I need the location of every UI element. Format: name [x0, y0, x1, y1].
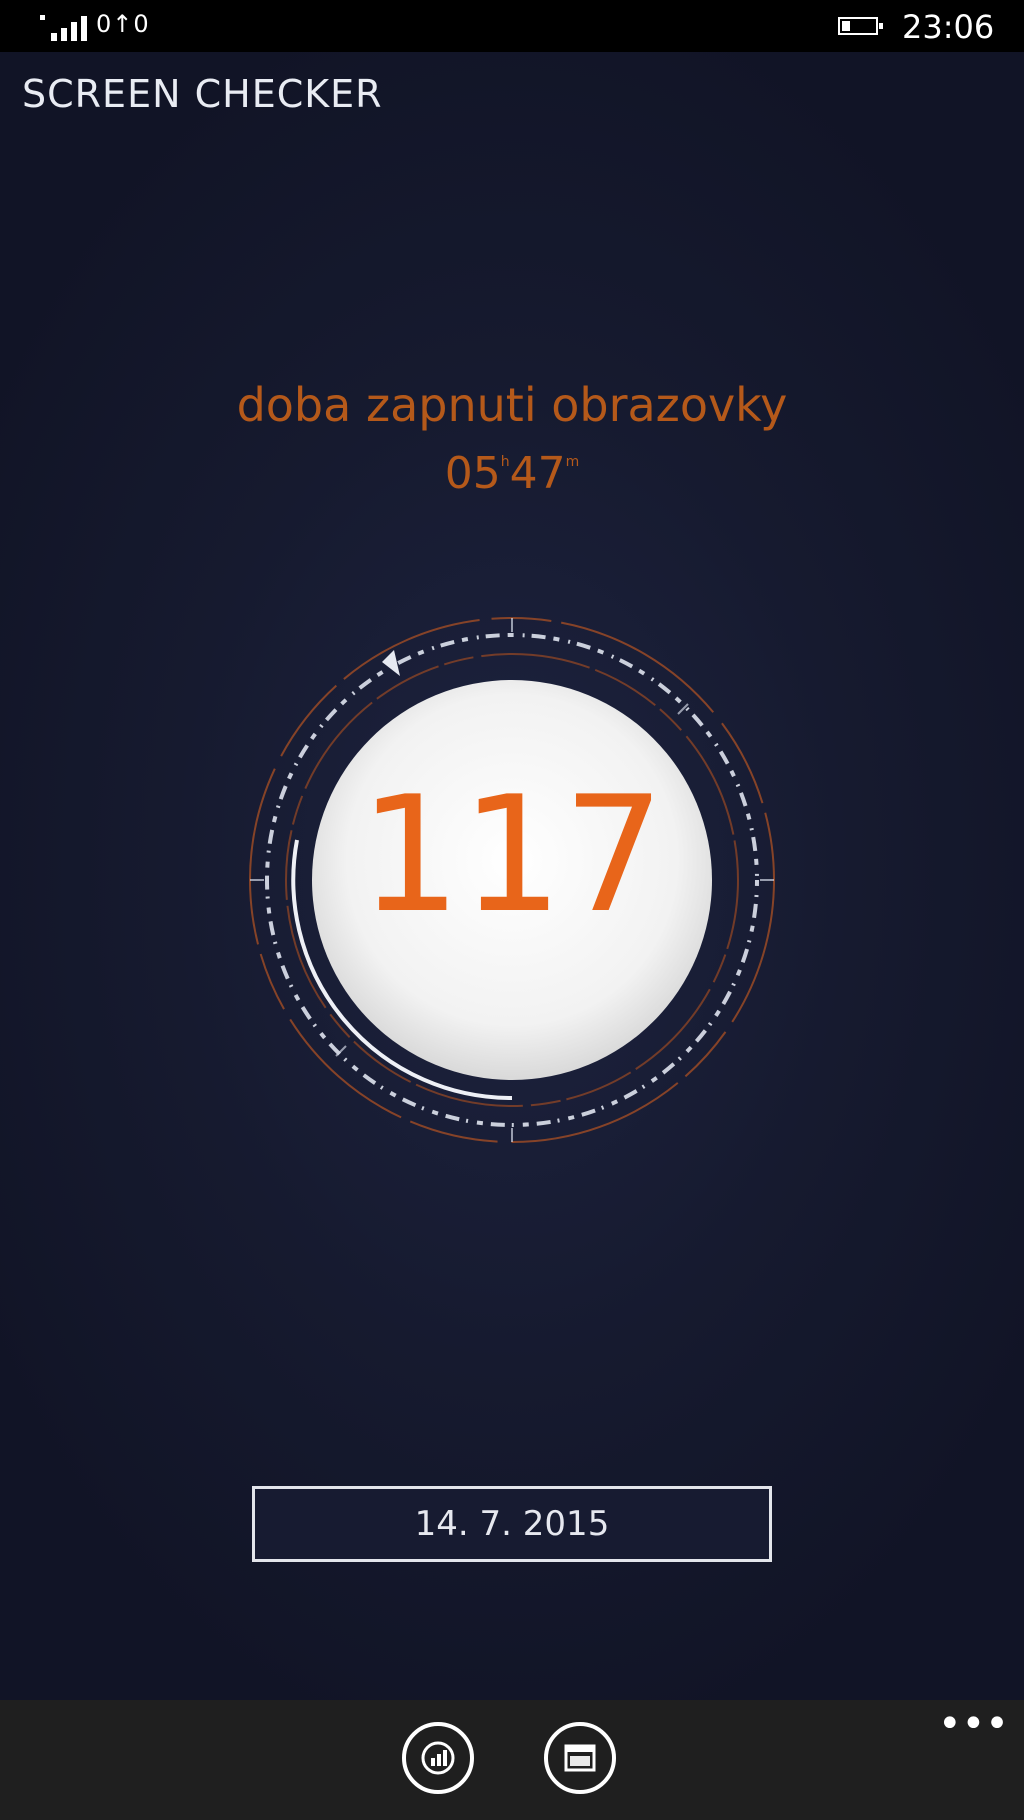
statistics-icon	[421, 1741, 455, 1775]
duration-hours-unit: h	[500, 454, 510, 470]
battery-icon	[838, 17, 883, 35]
status-bar: 0↑0 23:06	[0, 0, 1024, 52]
statistics-button[interactable]	[402, 1722, 474, 1794]
network-activity-icon: 0↑0	[96, 10, 150, 38]
unlock-count: 117	[359, 761, 665, 948]
duration-minutes-unit: m	[565, 454, 580, 470]
status-time: 23:06	[902, 8, 995, 46]
screen-on-duration: 05h47m	[0, 448, 1024, 499]
duration-minutes: 47	[509, 448, 566, 499]
app-title: SCREEN CHECKER	[22, 72, 383, 116]
signal-strength-icon	[40, 13, 87, 41]
more-options-button[interactable]: •••	[938, 1704, 1009, 1744]
calendar-button[interactable]	[544, 1722, 616, 1794]
app-bar: •••	[0, 1700, 1024, 1820]
screen-on-caption: doba zapnuti obrazovky	[236, 378, 788, 432]
gauge-pointer	[382, 650, 400, 676]
duration-hours: 05	[444, 448, 501, 499]
calendar-icon	[564, 1744, 596, 1772]
screen: 0↑0 23:06 SCREEN CHECKER doba zapnuti ob…	[0, 0, 1024, 1820]
date-button[interactable]: 14. 7. 2015	[252, 1486, 772, 1562]
